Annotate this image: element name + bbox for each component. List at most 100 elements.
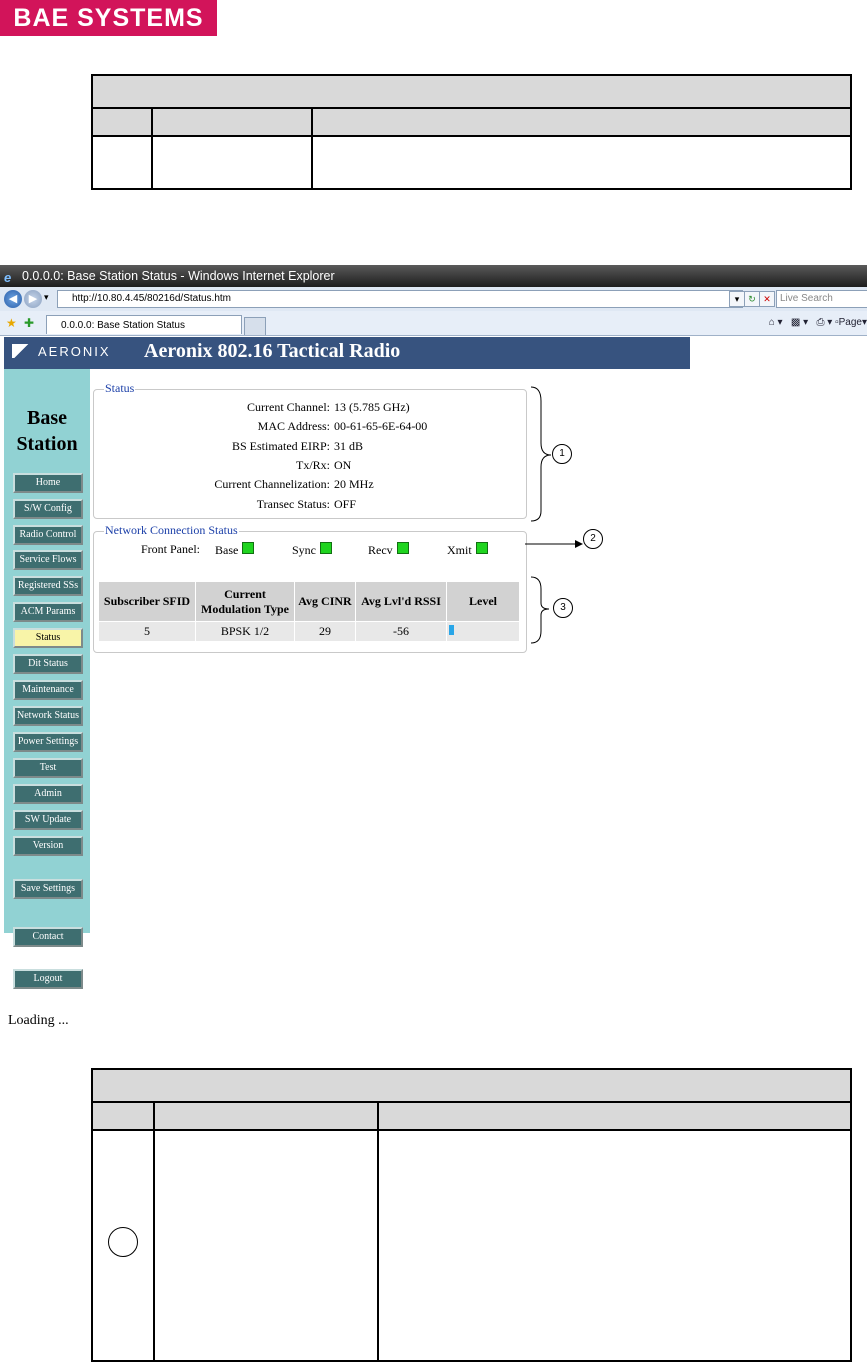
cell-sfid: 5 (98, 621, 196, 642)
level-bar (449, 625, 454, 635)
aeronix-logo: AERONIX (12, 344, 111, 359)
search-input[interactable]: Live Search (776, 290, 867, 308)
network-status-legend: Network Connection Status (104, 523, 239, 537)
back-arrow-icon[interactable]: ◀ (4, 290, 22, 308)
status-value: 00-61-65-6E-64-00 (334, 419, 428, 433)
sync-led-icon (320, 542, 332, 554)
status-label: Transec Status: (256, 497, 330, 511)
nav-power-settings-button[interactable]: Power Settings (13, 732, 83, 752)
front-panel-label: Front Panel: (141, 542, 200, 556)
callout-1-circle: 1 (552, 444, 572, 464)
status-value: ON (334, 458, 352, 472)
xmit-led-icon (475, 542, 488, 554)
subscriber-table: Subscriber SFID Current Modulation Type … (98, 581, 520, 642)
address-input[interactable]: http://10.80.4.45/80216d/Status.htm (57, 290, 743, 308)
nav-version-button[interactable]: Version (13, 836, 83, 856)
callout-3-brace (530, 576, 550, 644)
bottom-doc-table-cell (91, 1129, 155, 1362)
nav-network-status-button[interactable]: Network Status (13, 706, 83, 726)
header-subscriber-sfid: Subscriber SFID (98, 581, 196, 622)
browser-title-bar: e 0.0.0.0: Base Station Status - Windows … (0, 265, 867, 287)
status-label: Tx/Rx: (295, 458, 330, 472)
home-icon[interactable]: ⌂ (769, 317, 775, 328)
bottom-doc-table-header (91, 1068, 852, 1103)
command-bar: ⌂ ▾ ▩ ▾ ⎙ ▾ ▫Page▾ (768, 317, 867, 328)
nav-dit-status-button[interactable]: Dit Status (13, 654, 83, 674)
address-dropdown-icon[interactable]: ▾ (729, 291, 745, 307)
nav-registered-ss-button[interactable]: Registered SSs (13, 576, 83, 596)
top-doc-table-col-1 (91, 107, 153, 137)
top-doc-table-cell (91, 135, 153, 190)
status-legend: Status (104, 381, 136, 395)
led-xmit: Xmit (447, 542, 488, 557)
add-favorites-icon[interactable]: ✚ (24, 316, 34, 331)
led-recv: Recv (368, 542, 409, 557)
history-dropdown-icon[interactable]: ▾ (44, 292, 49, 303)
status-value: OFF (334, 497, 357, 511)
nav-test-button[interactable]: Test (13, 758, 83, 778)
contact-button[interactable]: Contact (13, 927, 83, 947)
nav-admin-button[interactable]: Admin (13, 784, 83, 804)
status-value: 13 (5.785 GHz) (334, 400, 410, 414)
nav-sw-update-button[interactable]: SW Update (13, 810, 83, 830)
status-label: Current Channelization: (214, 477, 330, 491)
led-label: Base (215, 543, 239, 557)
bottom-doc-table-col-1 (91, 1101, 155, 1131)
status-row-transec: Transec Status: OFF (0, 497, 356, 511)
nav-radio-control-button[interactable]: Radio Control (13, 525, 83, 545)
tab-label: 0.0.0.0: Base Station Status (61, 320, 185, 331)
cell-cinr: 29 (294, 621, 356, 642)
bottom-doc-table (91, 1068, 852, 1362)
status-row-mac: MAC Address: 00-61-65-6E-64-00 (0, 419, 428, 433)
bottom-doc-table-col-3 (377, 1101, 852, 1131)
led-label: Recv (368, 543, 393, 557)
page-header: AERONIX Aeronix 802.16 Tactical Radio (4, 337, 690, 369)
header-modulation-type: Current Modulation Type (195, 581, 295, 622)
base-led-icon (242, 542, 255, 554)
logout-button[interactable]: Logout (13, 969, 83, 989)
tab-base-station-status[interactable]: 0.0.0.0: Base Station Status (46, 315, 242, 334)
search-placeholder: Live Search (780, 293, 833, 304)
favorites-star-icon[interactable]: ★ (6, 316, 17, 331)
sidebar: Base Station Home S/W Config Radio Contr… (4, 369, 90, 933)
status-row-channelization: Current Channelization: 20 MHz (0, 477, 373, 491)
status-label: MAC Address: (257, 419, 330, 433)
print-icon[interactable]: ⎙ (816, 317, 824, 328)
top-doc-table-cell (311, 135, 852, 190)
recv-led-icon (396, 542, 409, 554)
browser-screenshot: e 0.0.0.0: Base Station Status - Windows … (0, 265, 867, 1041)
cell-rssi: -56 (355, 621, 447, 642)
table-row: 5 BPSK 1/2 29 -56 (98, 621, 520, 642)
top-doc-table-col-3 (311, 107, 852, 137)
address-bar-row: ◀ ▶ ▾ http://10.80.4.45/80216d/Status.ht… (0, 287, 867, 312)
tab-bar: ★ ✚ 0.0.0.0: Base Station Status ⌂ ▾ ▩ ▾… (0, 311, 867, 336)
nav-acm-params-button[interactable]: ACM Params (13, 602, 83, 622)
callout-2-circle: 2 (583, 529, 603, 549)
cell-level (446, 621, 520, 642)
bottom-doc-table-cell (153, 1129, 379, 1362)
status-label: BS Estimated EIRP: (231, 439, 330, 453)
top-doc-table-cell (151, 135, 313, 190)
forward-arrow-icon[interactable]: ▶ (24, 290, 42, 308)
status-row-eirp: BS Estimated EIRP: 31 dB (0, 439, 363, 453)
bottom-doc-table-col-2 (153, 1101, 379, 1131)
header-level: Level (446, 581, 520, 622)
ie-logo-icon: e (4, 270, 12, 285)
nav-service-flows-button[interactable]: Service Flows (13, 550, 83, 570)
aeronix-brand: AERONIX (38, 344, 111, 359)
stop-icon[interactable]: ✕ (759, 291, 775, 307)
header-avg-rssi: Avg Lvl'd RSSI (355, 581, 447, 622)
refresh-icon[interactable]: ↻ (744, 291, 760, 307)
save-settings-button[interactable]: Save Settings (13, 879, 83, 899)
led-sync: Sync (292, 542, 332, 557)
top-doc-table (91, 74, 852, 190)
new-tab-button[interactable] (244, 317, 266, 335)
browser-title: 0.0.0.0: Base Station Status - Windows I… (22, 269, 335, 283)
callout-1-brace (530, 386, 552, 522)
aeronix-mark-icon (12, 344, 34, 358)
page-menu-button[interactable]: ▫Page▾ (835, 317, 867, 328)
header-avg-cinr: Avg CINR (294, 581, 356, 622)
nav-status-button[interactable]: Status (13, 628, 83, 648)
feeds-icon[interactable]: ▩ (791, 317, 800, 328)
nav-maintenance-button[interactable]: Maintenance (13, 680, 83, 700)
